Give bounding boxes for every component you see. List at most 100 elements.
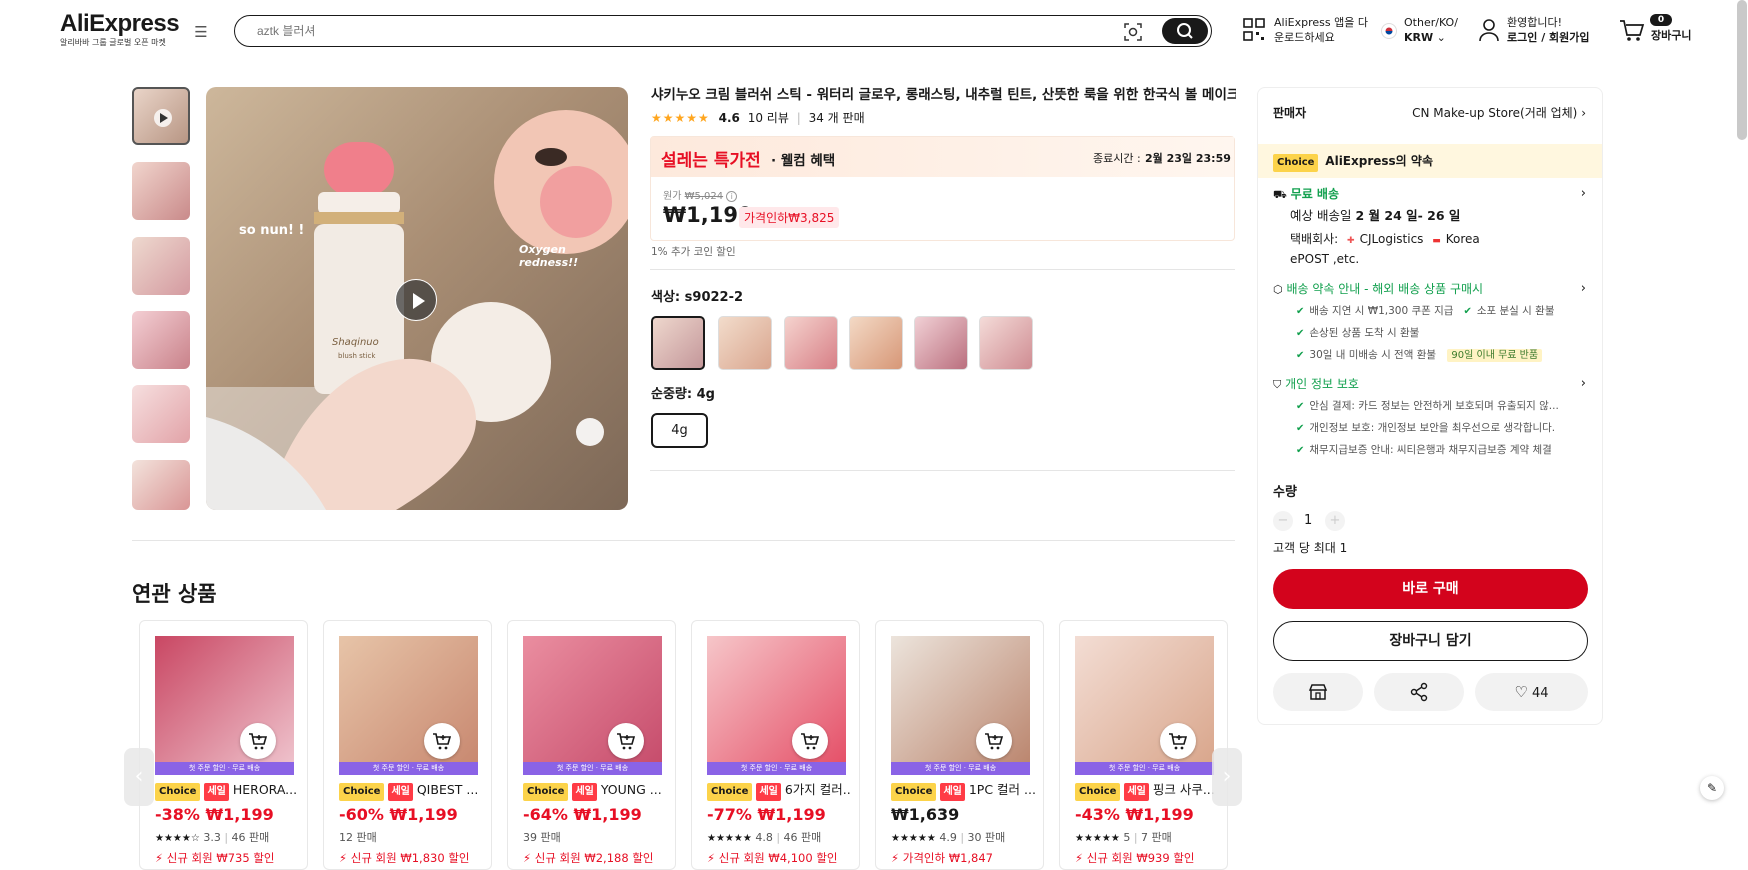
coupon-row: ⚡ 신규 회원 ₩735 할인 bbox=[155, 850, 275, 866]
discount-percent: -38% bbox=[155, 805, 200, 824]
add-to-cart-icon[interactable] bbox=[240, 723, 276, 759]
seller-label: 판매자 bbox=[1273, 106, 1307, 120]
guarantee-row[interactable]: ⬡ 배송 약속 안내 - 해외 배송 상품 구매시 bbox=[1273, 281, 1483, 298]
product-title: 샤키누오 크림 블러쉬 스틱 - 워터리 글로우, 롱래스팅, 내추럴 틴트, … bbox=[651, 87, 1236, 103]
buy-now-button[interactable]: 바로 구매 bbox=[1273, 569, 1588, 609]
coupon-text: 신규 회원 ₩4,100 할인 bbox=[718, 851, 838, 865]
product-name[interactable]: 1PC 컬러 ... bbox=[969, 782, 1036, 797]
coupon-row: ⚡ 신규 회원 ₩939 할인 bbox=[1075, 850, 1195, 866]
chevron-right-icon: › bbox=[1581, 106, 1586, 120]
color-swatch[interactable] bbox=[718, 316, 772, 370]
related-product-card[interactable]: 첫 주문 할인 · 무료 배송 Choice 세일 1PC 컬러 ... ₩1,6… bbox=[875, 620, 1044, 870]
privacy-item: ✔ 채무지급보증 안내: 씨티은행과 채무지급보증 계약 체결 bbox=[1296, 444, 1552, 456]
video-play-button[interactable] bbox=[395, 279, 437, 321]
related-product-card[interactable]: 첫 주문 할인 · 무료 배송 Choice 세일 HERORA... -38% ₩… bbox=[139, 620, 308, 870]
flash-icon: ⚡ bbox=[523, 851, 532, 865]
sold-count: 46 판매 bbox=[231, 831, 270, 844]
color-swatch[interactable] bbox=[849, 316, 903, 370]
gallery-thumb[interactable] bbox=[132, 385, 190, 443]
search-button[interactable] bbox=[1162, 18, 1208, 44]
quantity-value[interactable]: 1 bbox=[1304, 513, 1312, 528]
aliexpress-logo[interactable]: AliExpress 알리바바 그룹 글로벌 오픈 마켓 bbox=[60, 11, 180, 48]
main-product-image[interactable]: so nun! ! Oxygen redness!! Shaqinuo blus… bbox=[206, 87, 628, 510]
product-price: ₩1,199 bbox=[757, 805, 826, 824]
cart-icon[interactable] bbox=[1619, 19, 1645, 47]
flash-icon: ⚡ bbox=[339, 851, 348, 865]
privacy-item: ✔ 개인정보 보호: 개인정보 보안을 최우선으로 생각합니다. bbox=[1296, 422, 1556, 434]
related-product-card[interactable]: 첫 주문 할인 · 무료 배송 Choice 세일 6가지 컬러... -77% ₩… bbox=[691, 620, 860, 870]
promo-strip: 첫 주문 할인 · 무료 배송 bbox=[707, 762, 846, 775]
related-product-card[interactable]: 첫 주문 할인 · 무료 배송 Choice 세일 QIBEST ... -60% … bbox=[323, 620, 492, 870]
shield-check-icon: ⛉ bbox=[1273, 378, 1282, 391]
color-swatch[interactable] bbox=[979, 316, 1033, 370]
product-name[interactable]: 핑크 사쿠... bbox=[1153, 782, 1215, 797]
related-product-card[interactable]: 첫 주문 할인 · 무료 배송 Choice 세일 핑크 사쿠... -43% ₩1… bbox=[1059, 620, 1228, 870]
product-name[interactable]: HERORA... bbox=[233, 782, 297, 797]
chevron-right-icon[interactable]: › bbox=[1581, 186, 1586, 201]
carousel-prev-button[interactable]: ‹ bbox=[124, 748, 154, 806]
wishlist-button[interactable]: ♡ 44 bbox=[1475, 673, 1588, 711]
carousel-next-button[interactable]: › bbox=[1212, 748, 1242, 806]
product-name[interactable]: YOUNG ... bbox=[601, 782, 662, 797]
store-button[interactable] bbox=[1273, 673, 1363, 711]
add-to-cart-button[interactable]: 장바구니 담기 bbox=[1273, 621, 1588, 661]
privacy-row[interactable]: ⛉ 개인 정보 보호 bbox=[1273, 376, 1359, 393]
color-swatch[interactable] bbox=[914, 316, 968, 370]
weight-option-4g[interactable]: 4g bbox=[651, 413, 708, 448]
free-shipping-row[interactable]: ⛟ 무료 배송 bbox=[1273, 186, 1339, 203]
truck-icon: ⛟ bbox=[1273, 188, 1287, 201]
gallery-thumb[interactable] bbox=[132, 460, 190, 510]
color-swatch[interactable] bbox=[784, 316, 838, 370]
gallery-thumb-video[interactable] bbox=[132, 87, 190, 145]
product-name[interactable]: 6가지 컬러... bbox=[785, 782, 852, 797]
search-input[interactable] bbox=[257, 22, 1077, 40]
user-icon[interactable] bbox=[1478, 18, 1500, 46]
delivery-label: 예상 배송일 bbox=[1290, 208, 1352, 223]
add-to-cart-icon[interactable] bbox=[1160, 723, 1196, 759]
add-to-cart-icon[interactable] bbox=[792, 723, 828, 759]
color-value: s9022-2 bbox=[684, 290, 744, 305]
play-icon bbox=[154, 109, 172, 127]
add-to-cart-icon[interactable] bbox=[608, 723, 644, 759]
app-download-link[interactable]: AliExpress 앱을 다 운로드하세요 bbox=[1274, 15, 1368, 45]
color-swatch-selected[interactable] bbox=[651, 316, 705, 370]
page-scrollbar[interactable] bbox=[1737, 0, 1747, 140]
add-to-cart-icon[interactable] bbox=[976, 723, 1012, 759]
add-to-cart-icon[interactable] bbox=[424, 723, 460, 759]
korea-flag-icon bbox=[1381, 23, 1397, 43]
related-product-card[interactable]: 첫 주문 할인 · 무료 배송 Choice 세일 YOUNG ... -64% ₩… bbox=[507, 620, 676, 870]
promo-strip: 첫 주문 할인 · 무료 배송 bbox=[891, 762, 1030, 775]
image-search-icon[interactable] bbox=[1123, 22, 1143, 42]
promo-strip: 첫 주문 할인 · 무료 배송 bbox=[339, 762, 478, 775]
sold-count: 46 판매 bbox=[783, 831, 822, 844]
login-link[interactable]: 환영합니다! 로그인 / 회원가입 bbox=[1507, 15, 1590, 45]
product-price-row: -43% ₩1,199 bbox=[1075, 805, 1194, 824]
related-products-title: 연관 상품 bbox=[132, 582, 217, 606]
free-shipping-label: 무료 배송 bbox=[1290, 187, 1340, 201]
product-stats: ★★★★★ 5 | 7 판매 bbox=[1075, 831, 1172, 844]
qr-code-icon[interactable] bbox=[1243, 17, 1265, 47]
share-button[interactable] bbox=[1374, 673, 1464, 711]
gallery-thumb[interactable] bbox=[132, 311, 190, 369]
choice-badge: Choice bbox=[1075, 783, 1121, 801]
seller-link[interactable]: CN Make-up Store(거래 업체) › bbox=[1412, 104, 1586, 121]
feedback-edit-icon[interactable]: ✎ bbox=[1700, 776, 1724, 800]
cart-label[interactable]: 장바구니 bbox=[1651, 28, 1691, 43]
review-count[interactable]: 10 리뷰 bbox=[748, 111, 789, 125]
rating-value: 3.3 bbox=[203, 831, 221, 844]
chevron-right-icon[interactable]: › bbox=[1581, 281, 1586, 296]
flash-icon: ⚡ bbox=[155, 851, 164, 865]
quantity-decrease-button[interactable]: − bbox=[1273, 511, 1293, 531]
image-overlay-text-right: Oxygen redness!! bbox=[519, 243, 579, 269]
app-line2: 운로드하세요 bbox=[1274, 31, 1335, 44]
chevron-right-icon[interactable]: › bbox=[1581, 376, 1586, 391]
menu-icon[interactable]: ☰ bbox=[193, 24, 209, 40]
product-name-row: Choice 세일 YOUNG ... bbox=[523, 782, 668, 801]
gallery-thumb[interactable] bbox=[132, 162, 190, 220]
gallery-thumb[interactable] bbox=[132, 237, 190, 295]
quantity-increase-button[interactable]: + bbox=[1325, 511, 1345, 531]
product-name[interactable]: QIBEST ... bbox=[417, 782, 478, 797]
product-label-sub: blush stick bbox=[338, 352, 376, 360]
info-icon[interactable]: i bbox=[726, 191, 738, 202]
region-currency-selector[interactable]: Other/KO/ KRW ⌄ bbox=[1404, 15, 1458, 45]
